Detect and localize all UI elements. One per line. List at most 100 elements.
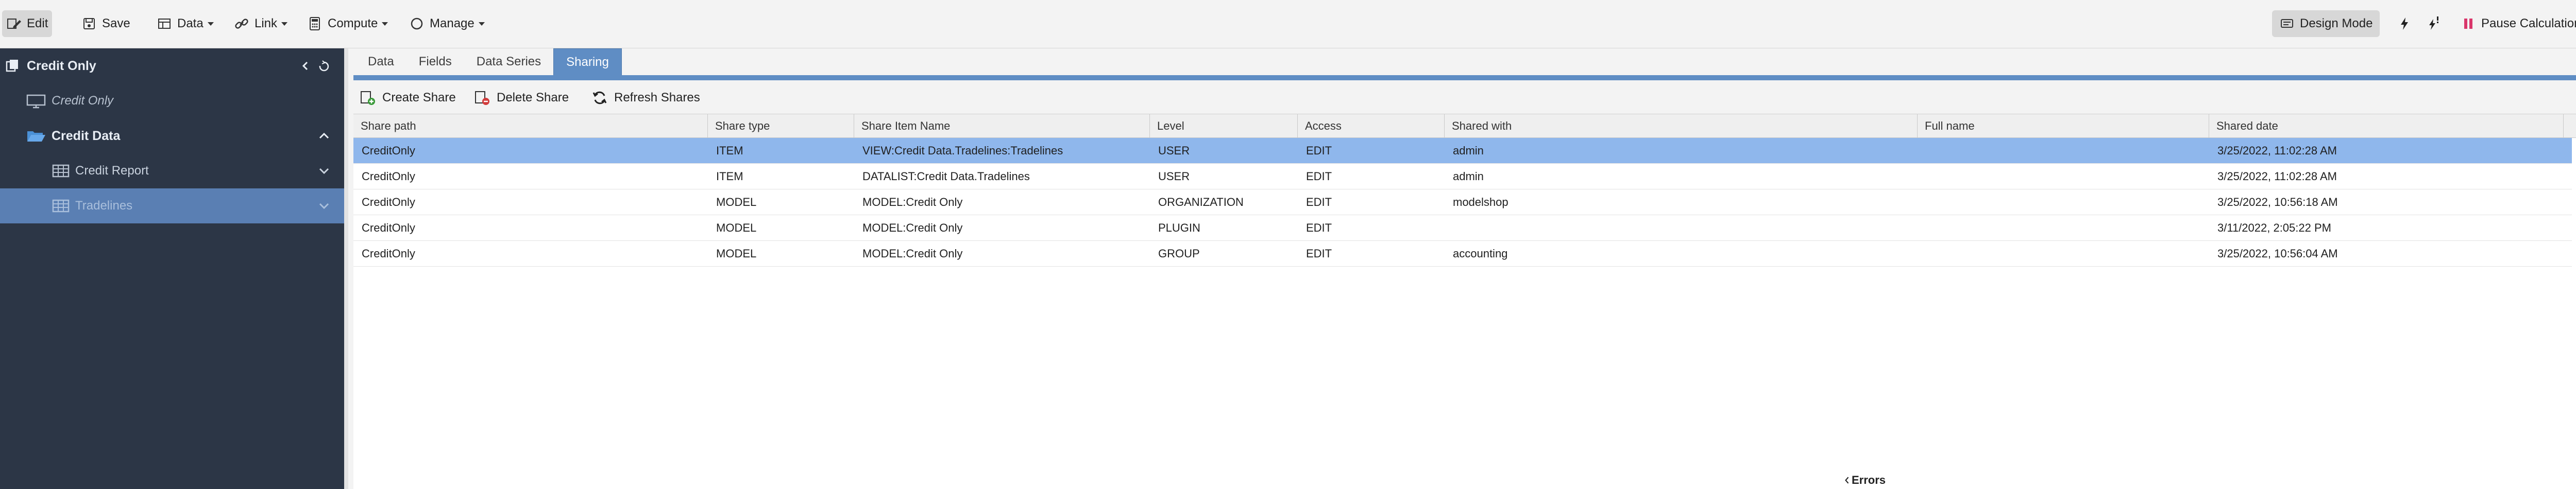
cell-level: USER xyxy=(1158,170,1190,183)
tab-sharing[interactable]: Sharing xyxy=(553,48,622,75)
cell-shared-with: modelshop xyxy=(1453,196,1509,208)
save-label: Save xyxy=(102,16,130,30)
collapse-sidebar-icon[interactable] xyxy=(301,58,332,74)
column-header-shared-date[interactable]: Shared date xyxy=(2209,114,2564,138)
link-menu[interactable]: Link xyxy=(230,10,292,37)
cell-access: EDIT xyxy=(1306,247,1332,260)
cell-share-item-name: MODEL:Credit Only xyxy=(862,196,963,208)
column-header-full-name[interactable]: Full name xyxy=(1918,114,2209,138)
chevron-up-icon[interactable] xyxy=(316,128,332,144)
refresh-shares-button[interactable]: Refresh Shares xyxy=(591,88,700,108)
chevron-left-icon xyxy=(1845,477,1849,484)
refresh-icon xyxy=(592,91,607,104)
cell-share-item-name: DATALIST:Credit Data.Tradelines xyxy=(862,170,1030,183)
chevron-down-icon[interactable] xyxy=(316,163,332,179)
top-toolbar: Edit Save Data Link Compute Manage Desig… xyxy=(0,0,2576,48)
table-row[interactable]: CreditOnly MODEL MODEL:Credit Only ORGAN… xyxy=(353,189,2572,215)
copy-icon xyxy=(6,60,18,72)
chevron-down-icon xyxy=(478,22,485,26)
monitor-icon xyxy=(26,94,46,109)
cell-shared-with: accounting xyxy=(1453,247,1508,260)
chevron-down-icon xyxy=(281,22,288,26)
cell-full-name xyxy=(1918,241,2209,267)
errors-label: Errors xyxy=(1852,474,1886,486)
delete-share-icon xyxy=(475,91,489,105)
delete-share-button[interactable]: Delete Share xyxy=(474,88,569,108)
design-mode-button[interactable]: Design Mode xyxy=(2272,10,2380,37)
cell-share-type: ITEM xyxy=(716,144,743,157)
column-header-shared-with[interactable]: Shared with xyxy=(1445,114,1918,138)
cell-share-path: CreditOnly xyxy=(362,144,415,157)
chevron-down-icon[interactable] xyxy=(316,198,332,214)
column-header-share-path[interactable]: Share path xyxy=(353,114,708,138)
sidebar-item-label: Credit Only xyxy=(52,94,114,108)
cell-shared-date: 3/25/2022, 10:56:04 AM xyxy=(2217,247,2338,260)
cell-full-name xyxy=(1918,164,2209,189)
sidebar-item-credit-only[interactable]: Credit Only xyxy=(0,83,344,118)
sidebar-item-label: Credit Report xyxy=(75,164,149,178)
column-header-access[interactable]: Access xyxy=(1298,114,1445,138)
link-icon xyxy=(235,19,248,29)
pause-icon xyxy=(2464,19,2472,29)
edit-label: Edit xyxy=(27,16,48,30)
table-header: Share path Share type Share Item Name Le… xyxy=(353,114,2576,138)
cell-shared-with: admin xyxy=(1453,170,1484,183)
table-icon xyxy=(158,19,171,29)
link-menu-label: Link xyxy=(255,16,278,30)
chevron-down-icon xyxy=(207,22,214,26)
cell-share-path: CreditOnly xyxy=(362,247,415,260)
sidebar-title: Credit Only xyxy=(27,58,96,73)
cell-full-name xyxy=(1918,138,2209,164)
table-icon xyxy=(52,164,70,178)
cell-share-type: MODEL xyxy=(716,221,757,234)
cell-shared-date: 3/25/2022, 11:02:28 AM xyxy=(2217,170,2337,183)
circle-icon xyxy=(411,18,423,30)
edit-button[interactable]: Edit xyxy=(2,10,53,37)
table-row[interactable]: CreditOnly ITEM DATALIST:Credit Data.Tra… xyxy=(353,164,2572,189)
create-share-button[interactable]: Create Share xyxy=(360,88,456,108)
folder-open-icon xyxy=(27,131,45,142)
column-header-level[interactable]: Level xyxy=(1150,114,1298,138)
main-panel: Data Fields Data Series Sharing Create S… xyxy=(344,48,2576,489)
tab-underline xyxy=(353,75,2576,80)
tab-data[interactable]: Data xyxy=(355,48,406,75)
table-row[interactable]: CreditOnly ITEM VIEW:Credit Data.Tradeli… xyxy=(353,138,2572,164)
table-row[interactable]: CreditOnly MODEL MODEL:Credit Only GROUP… xyxy=(353,241,2572,267)
manage-menu[interactable]: Manage xyxy=(405,10,489,37)
cell-level: USER xyxy=(1158,144,1190,157)
lightning-icon xyxy=(2401,18,2408,30)
column-header-share-item-name[interactable]: Share Item Name xyxy=(854,114,1150,138)
sidebar: Credit Only Credit Only Credit Data Cred… xyxy=(0,48,344,489)
cell-shared-with xyxy=(1445,215,1918,241)
chevron-down-icon xyxy=(382,22,388,26)
cell-level: ORGANIZATION xyxy=(1158,196,1244,208)
sidebar-item-credit-data[interactable]: Credit Data xyxy=(0,118,344,153)
errors-toggle[interactable]: Errors xyxy=(1844,471,1999,489)
sidebar-item-tradelines[interactable]: Tradelines xyxy=(0,188,344,223)
table-row[interactable]: CreditOnly MODEL MODEL:Credit Only PLUGI… xyxy=(353,215,2572,241)
data-menu-label: Data xyxy=(177,16,204,30)
save-icon xyxy=(83,18,95,29)
cell-share-path: CreditOnly xyxy=(362,170,415,183)
sidebar-item-credit-report[interactable]: Credit Report xyxy=(0,153,344,188)
sharing-actions-bar: Create Share Delete Share Refresh Shares xyxy=(353,80,2576,114)
column-header-share-type[interactable]: Share type xyxy=(708,114,854,138)
create-share-label: Create Share xyxy=(382,91,456,104)
edit-icon xyxy=(7,19,21,29)
tab-fields[interactable]: Fields xyxy=(406,48,464,75)
lightning-alert-button[interactable] xyxy=(2421,10,2445,37)
lightning-button[interactable] xyxy=(2393,10,2416,37)
data-menu[interactable]: Data xyxy=(152,10,218,37)
pause-calculations-button[interactable]: Pause Calculations xyxy=(2456,10,2576,37)
cell-share-type: ITEM xyxy=(716,170,743,183)
cell-share-path: CreditOnly xyxy=(362,196,415,208)
calculator-icon xyxy=(310,17,320,30)
cell-full-name xyxy=(1918,189,2209,215)
compute-menu[interactable]: Compute xyxy=(303,10,392,37)
cell-share-type: MODEL xyxy=(716,247,757,260)
save-button[interactable]: Save xyxy=(77,10,134,37)
delete-share-label: Delete Share xyxy=(497,91,569,104)
cell-share-item-name: VIEW:Credit Data.Tradelines:Tradelines xyxy=(862,144,1063,157)
tab-data-series[interactable]: Data Series xyxy=(464,48,553,75)
design-mode-label: Design Mode xyxy=(2300,16,2373,30)
